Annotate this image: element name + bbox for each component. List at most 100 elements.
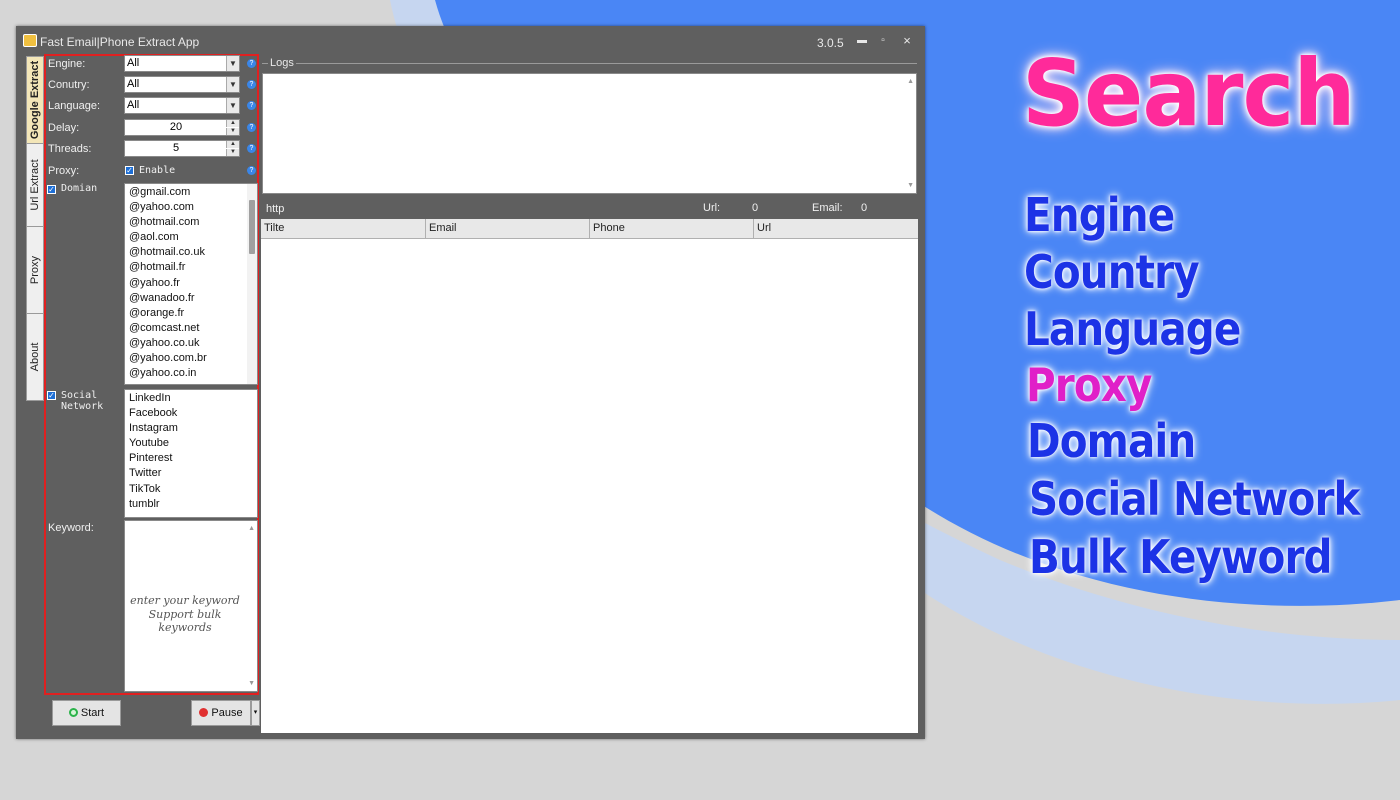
proxy-label: Proxy: xyxy=(48,165,80,177)
version-label: 3.0.5 xyxy=(817,36,844,50)
logs-textarea[interactable]: ▲ ▼ xyxy=(262,73,917,194)
threads-stepper[interactable]: 5 ▲ ▼ xyxy=(124,140,240,157)
domain-list-item[interactable]: @wanadoo.fr xyxy=(125,291,257,306)
column-header-phone[interactable]: Phone xyxy=(590,219,754,238)
maximize-button[interactable]: ▫ xyxy=(874,33,892,49)
domain-checkbox[interactable]: ✓ xyxy=(47,185,56,194)
domain-list-item[interactable]: @hotmail.fr xyxy=(125,260,257,275)
app-window: Fast Email|Phone Extract App 3.0.5 ▬ ▫ ×… xyxy=(16,26,925,739)
pause-button[interactable]: Pause xyxy=(191,700,251,726)
stepper-down-icon[interactable]: ▼ xyxy=(226,149,239,156)
scroll-down-icon[interactable]: ▼ xyxy=(907,182,914,189)
domain-list-item[interactable]: @yahoo.co.in xyxy=(125,366,257,381)
domain-list-item[interactable]: @gmail.com xyxy=(125,185,257,200)
tab-about[interactable]: About xyxy=(26,313,44,401)
domain-list-item[interactable]: @yahoo.co.uk xyxy=(125,336,257,351)
domain-list-item[interactable]: @yahoo.com xyxy=(125,200,257,215)
language-select[interactable]: All ▼ xyxy=(124,97,240,114)
stepper-down-icon[interactable]: ▼ xyxy=(226,128,239,135)
delay-help-icon[interactable]: ? xyxy=(247,123,256,132)
social-network-list-item[interactable]: Youtube xyxy=(125,436,257,451)
promo-feature-domain: Domain xyxy=(1027,414,1196,468)
engine-select[interactable]: All ▼ xyxy=(124,55,240,72)
domain-list[interactable]: @gmail.com @yahoo.com @hotmail.com @aol.com… xyxy=(124,183,258,385)
social-network-list-item[interactable]: tumblr xyxy=(125,497,257,512)
keyword-label: Keyword: xyxy=(48,522,94,534)
domain-list-item[interactable]: @comcast.net xyxy=(125,321,257,336)
results-table[interactable]: Tilte Email Phone Url xyxy=(261,219,918,733)
delay-value: 20 xyxy=(169,121,183,133)
pause-dropdown-button[interactable]: ▾ xyxy=(251,700,260,726)
app-title: Fast Email|Phone Extract App xyxy=(40,35,200,49)
scroll-up-icon[interactable]: ▲ xyxy=(248,525,255,532)
tab-proxy[interactable]: Proxy xyxy=(26,226,44,314)
country-value: All xyxy=(127,78,140,90)
proxy-enable-label: Enable xyxy=(139,165,176,176)
domain-list-item[interactable]: @yahoo.fr xyxy=(125,276,257,291)
chevron-down-icon[interactable]: ▼ xyxy=(226,56,239,71)
column-header-title[interactable]: Tilte xyxy=(261,219,426,238)
proxy-enable-checkbox[interactable]: ✓ xyxy=(125,166,134,175)
status-url-text: http xyxy=(266,203,285,215)
keyword-placeholder-line-1: enter your keyword xyxy=(130,594,240,607)
column-header-url[interactable]: Url xyxy=(754,219,918,238)
delay-label: Delay: xyxy=(48,122,80,134)
url-count-value: 0 xyxy=(752,202,759,214)
language-help-icon[interactable]: ? xyxy=(247,101,256,110)
stepper-up-icon[interactable]: ▲ xyxy=(226,120,239,127)
email-count-value: 0 xyxy=(861,202,868,214)
domain-list-item[interactable]: @hotmail.co.uk xyxy=(125,245,257,260)
promo-feature-social-network: Social Network xyxy=(1029,472,1360,526)
scroll-up-icon[interactable]: ▲ xyxy=(907,78,914,85)
domain-list-item[interactable]: @orange.fr xyxy=(125,306,257,321)
title-bar[interactable]: Fast Email|Phone Extract App 3.0.5 ▬ ▫ × xyxy=(16,26,925,54)
proxy-help-icon[interactable]: ? xyxy=(247,166,256,175)
stepper-up-icon[interactable]: ▲ xyxy=(226,141,239,148)
domain-list-item[interactable]: @hotmail.com xyxy=(125,215,257,230)
promo-feature-bulk-keyword: Bulk Keyword xyxy=(1029,530,1333,584)
language-value: All xyxy=(127,99,140,111)
close-button[interactable]: × xyxy=(898,33,916,49)
social-network-list-item[interactable]: Facebook xyxy=(125,406,257,421)
column-header-email[interactable]: Email xyxy=(426,219,590,238)
domain-list-item[interactable]: @yahoo.com.br xyxy=(125,351,257,366)
threads-value: 5 xyxy=(172,142,180,154)
chevron-down-icon[interactable]: ▼ xyxy=(226,77,239,92)
threads-help-icon[interactable]: ? xyxy=(247,144,256,153)
delay-stepper[interactable]: 20 ▲ ▼ xyxy=(124,119,240,136)
social-network-checkbox-label: Social Network xyxy=(61,390,104,412)
social-network-list[interactable]: LinkedIn Facebook Instagram Youtube Pinteres… xyxy=(124,389,258,518)
promo-feature-country: Country xyxy=(1024,245,1200,299)
promo-title: Search xyxy=(1022,40,1356,147)
minimize-button[interactable]: ▬ xyxy=(853,33,871,49)
chevron-down-icon[interactable]: ▼ xyxy=(226,98,239,113)
engine-help-icon[interactable]: ? xyxy=(247,59,256,68)
threads-label: Threads: xyxy=(48,143,92,155)
country-label: Conutry: xyxy=(48,79,90,91)
domain-list-item[interactable]: @aol.com xyxy=(125,230,257,245)
keyword-textarea[interactable]: enter your keyword Support bulk keywords… xyxy=(124,520,258,692)
social-network-list-item[interactable]: LinkedIn xyxy=(125,391,257,406)
start-button[interactable]: Start xyxy=(52,700,121,726)
country-help-icon[interactable]: ? xyxy=(247,80,256,89)
domain-list-scrollbar[interactable] xyxy=(247,184,257,384)
scrollbar-thumb[interactable] xyxy=(249,200,255,254)
play-icon xyxy=(68,708,78,717)
pause-label: Pause xyxy=(211,707,243,719)
social-network-list-item[interactable]: TikTok xyxy=(125,482,257,497)
tab-label: Url Extract xyxy=(29,159,41,211)
engine-label: Engine: xyxy=(48,58,86,70)
logs-title: Logs xyxy=(268,57,296,69)
scroll-down-icon[interactable]: ▼ xyxy=(248,680,255,687)
social-network-list-item[interactable]: Instagram xyxy=(125,421,257,436)
pause-icon xyxy=(199,708,209,717)
social-network-checkbox[interactable]: ✓ xyxy=(47,391,56,400)
country-select[interactable]: All ▼ xyxy=(124,76,240,93)
logs-group: Logs ▲ ▼ xyxy=(262,57,917,196)
social-network-list-item[interactable]: Twitter xyxy=(125,466,257,481)
promo-feature-language: Language xyxy=(1024,302,1241,356)
tab-url-extract[interactable]: Url Extract xyxy=(26,143,44,227)
social-network-list-item[interactable]: Pinterest xyxy=(125,451,257,466)
keyword-placeholder-line-2: Support bulk keywords xyxy=(148,608,222,634)
tab-google-extract[interactable]: Google Extract xyxy=(26,56,44,144)
